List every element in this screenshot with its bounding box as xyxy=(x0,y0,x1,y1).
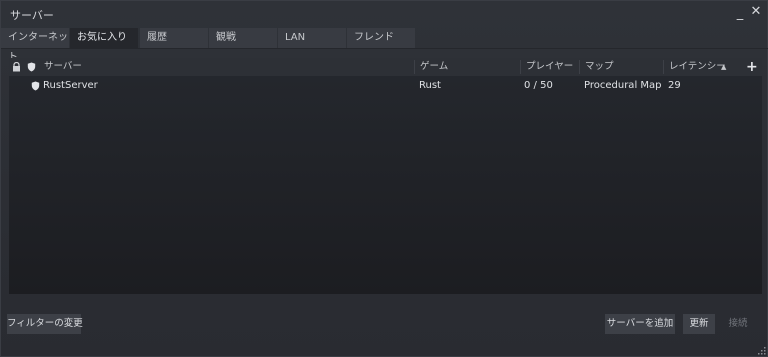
tab-favorites[interactable]: お気に入り xyxy=(70,28,138,48)
servers-window: サーバー _ ✕ インターネット お気に入り 履歴 観戦 LAN フレンド サー… xyxy=(0,0,768,357)
column-game[interactable]: ゲーム xyxy=(420,58,448,76)
column-divider[interactable] xyxy=(579,60,580,74)
server-list-panel: サーバー ゲーム プレイヤー マップ レイテンシー ▲ + RustServer… xyxy=(9,58,762,294)
column-divider[interactable] xyxy=(663,60,664,74)
window-title: サーバー xyxy=(10,9,54,22)
column-server[interactable]: サーバー xyxy=(44,58,82,76)
server-name: RustServer xyxy=(43,80,98,91)
tab-friends[interactable]: フレンド xyxy=(347,28,415,48)
resize-grip-icon[interactable] xyxy=(758,347,766,355)
add-column-button[interactable]: + xyxy=(746,58,758,76)
lock-icon[interactable] xyxy=(12,62,21,72)
change-filters-button[interactable]: フィルターの変更 xyxy=(7,314,83,334)
column-divider[interactable] xyxy=(414,60,415,74)
tab-spectate[interactable]: 観戦 xyxy=(209,28,277,48)
player-count: 0 / 50 xyxy=(524,80,553,91)
minimize-button[interactable]: _ xyxy=(732,6,748,22)
game-name: Rust xyxy=(419,80,441,91)
connect-button[interactable]: 接続 xyxy=(722,314,754,334)
column-map[interactable]: マップ xyxy=(585,58,614,76)
tab-history[interactable]: 履歴 xyxy=(140,28,208,48)
tab-divider xyxy=(1,48,768,49)
table-header: サーバー ゲーム プレイヤー マップ レイテンシー ▲ + xyxy=(9,58,762,76)
tab-internet[interactable]: インターネット xyxy=(1,28,69,63)
latency-value: 29 xyxy=(668,80,681,91)
refresh-button[interactable]: 更新 xyxy=(683,314,715,334)
column-divider[interactable] xyxy=(520,60,521,74)
title-bar[interactable]: サーバー _ ✕ xyxy=(1,1,768,27)
sort-ascending-icon: ▲ xyxy=(721,63,727,71)
tab-lan[interactable]: LAN xyxy=(278,28,346,48)
table-row[interactable]: RustServer Rust 0 / 50 Procedural Map 29 xyxy=(9,78,762,94)
column-players[interactable]: プレイヤー xyxy=(526,58,573,76)
map-name: Procedural Map xyxy=(584,80,662,91)
shield-icon[interactable] xyxy=(27,62,36,72)
add-server-button[interactable]: サーバーを追加 xyxy=(605,314,675,334)
close-button[interactable]: ✕ xyxy=(748,4,764,20)
column-latency[interactable]: レイテンシー xyxy=(669,58,726,76)
shield-icon xyxy=(31,81,40,91)
